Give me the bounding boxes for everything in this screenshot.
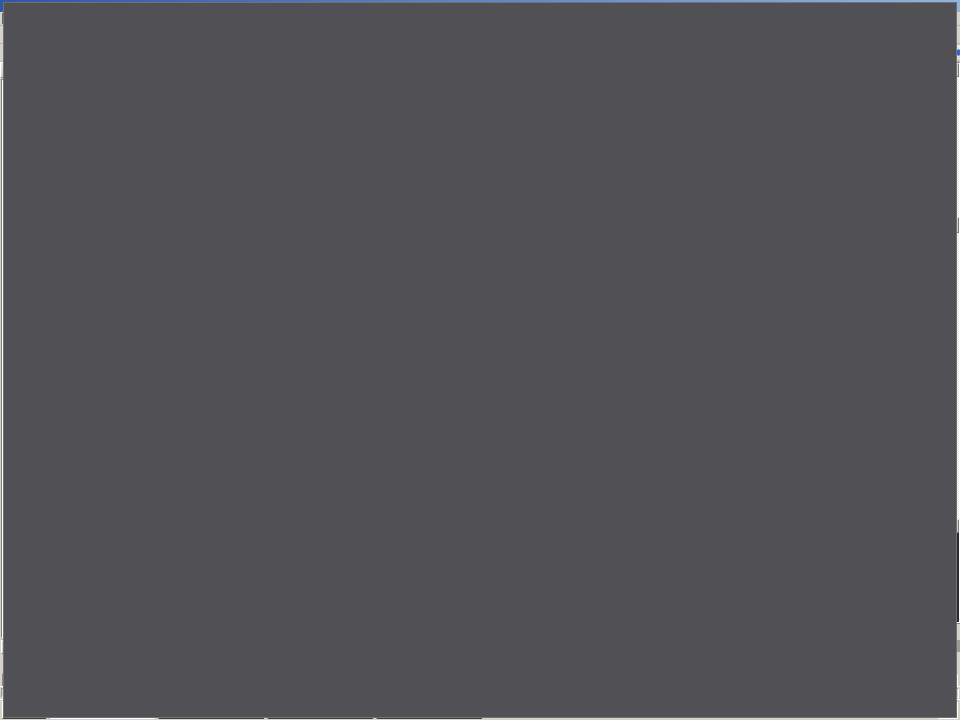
viewport-toolbar-strip: ◈✎△◬▻≡▦◧↔▣ ◀ ▶ — [167, 623, 960, 640]
dock-strip-2 — [909, 625, 945, 639]
